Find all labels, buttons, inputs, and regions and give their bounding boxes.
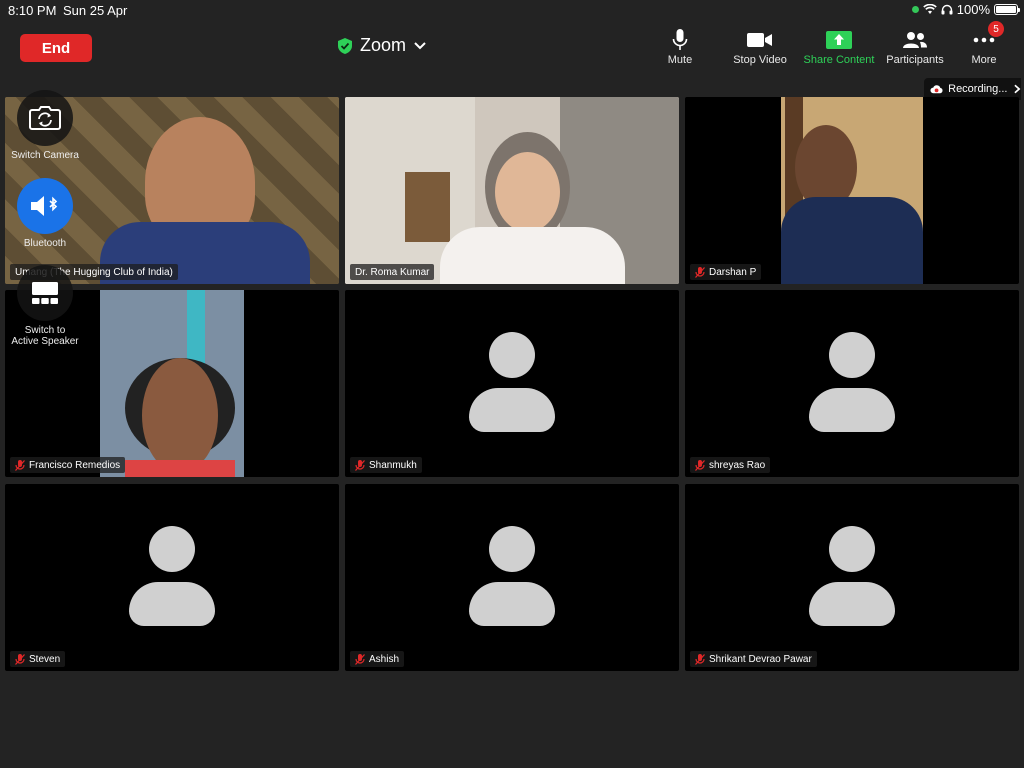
participant-name-tag: Ashish bbox=[350, 651, 405, 667]
switch-speaker-label-1: Switch to bbox=[24, 325, 66, 336]
chevron-right-icon bbox=[1014, 84, 1021, 94]
battery-icon bbox=[994, 4, 1020, 15]
share-screen-icon bbox=[826, 31, 852, 49]
notification-badge: 5 bbox=[988, 21, 1004, 37]
cloud-record-icon bbox=[930, 85, 943, 94]
status-right: 100% bbox=[911, 2, 1020, 17]
camera-indicator-icon bbox=[911, 6, 919, 13]
avatar-placeholder-icon bbox=[129, 526, 215, 626]
more-label: More bbox=[971, 54, 997, 66]
avatar-placeholder-icon bbox=[469, 526, 555, 626]
video-tile[interactable]: Darshan P bbox=[685, 97, 1019, 284]
participant-name-tag: shreyas Rao bbox=[690, 457, 771, 473]
participants-icon bbox=[903, 32, 927, 48]
participant-name: shreyas Rao bbox=[709, 459, 766, 471]
switch-active-speaker-button[interactable]: Switch to Active Speaker bbox=[0, 265, 90, 347]
status-time: 8:10 PM bbox=[8, 3, 57, 18]
microphone-icon bbox=[672, 29, 688, 50]
participant-name: Darshan P bbox=[709, 266, 757, 278]
participant-name-tag: Dr. Roma Kumar bbox=[350, 264, 435, 280]
switch-speaker-circle bbox=[17, 265, 73, 321]
status-bar: 8:10 PM Sun 25 Apr 100% bbox=[0, 0, 1024, 20]
participant-name-tag: Francisco Remedios bbox=[10, 457, 126, 473]
participant-name-tag: Shrikant Devrao Pawar bbox=[690, 651, 817, 667]
shield-check-icon bbox=[338, 37, 352, 54]
wifi-icon bbox=[922, 4, 937, 14]
recording-label: Recording... bbox=[948, 83, 1008, 95]
video-tile[interactable]: shreyas Rao bbox=[685, 290, 1019, 477]
muted-mic-icon bbox=[695, 459, 705, 471]
chevron-down-icon bbox=[414, 41, 426, 49]
switch-camera-button[interactable]: Switch Camera bbox=[0, 90, 90, 161]
video-tile[interactable]: Dr. Roma Kumar bbox=[345, 97, 679, 284]
participant-shirt bbox=[440, 227, 625, 284]
participant-face bbox=[495, 152, 560, 232]
more-button[interactable]: 5 More bbox=[966, 21, 1004, 66]
bluetooth-circle bbox=[17, 178, 73, 234]
participant-name: Shanmukh bbox=[369, 459, 417, 471]
stop-video-button[interactable]: Stop Video bbox=[729, 29, 791, 66]
mute-button[interactable]: Mute bbox=[660, 29, 700, 66]
end-meeting-button[interactable]: End bbox=[20, 34, 92, 62]
participants-button[interactable]: Participants bbox=[882, 29, 948, 66]
meeting-title-label: Zoom bbox=[360, 35, 407, 55]
participant-name-tag: Steven bbox=[10, 651, 66, 667]
muted-mic-icon bbox=[355, 653, 365, 665]
video-tile[interactable]: Shanmukh bbox=[345, 290, 679, 477]
muted-mic-icon bbox=[355, 459, 365, 471]
participant-name-tag: Shanmukh bbox=[350, 457, 422, 473]
mute-label: Mute bbox=[667, 54, 693, 66]
participant-name: Shrikant Devrao Pawar bbox=[709, 653, 812, 665]
video-tile[interactable]: Shrikant Devrao Pawar bbox=[685, 484, 1019, 671]
bluetooth-label: Bluetooth bbox=[23, 238, 67, 249]
share-content-label: Share Content bbox=[803, 54, 875, 66]
muted-mic-icon bbox=[15, 459, 25, 471]
stop-video-label: Stop Video bbox=[733, 54, 787, 66]
participant-name: Francisco Remedios bbox=[29, 459, 121, 471]
video-camera-icon bbox=[747, 33, 772, 47]
participant-face bbox=[142, 358, 218, 473]
muted-mic-icon bbox=[695, 266, 705, 278]
share-content-button[interactable]: Share Content bbox=[800, 29, 878, 66]
participant-shirt bbox=[125, 460, 235, 477]
avatar-placeholder-icon bbox=[809, 332, 895, 432]
switch-speaker-label-2: Active Speaker bbox=[11, 336, 79, 347]
battery-percent: 100% bbox=[956, 2, 990, 17]
switch-camera-label: Switch Camera bbox=[11, 150, 79, 161]
more-dots-icon bbox=[973, 37, 995, 43]
switch-camera-icon bbox=[29, 106, 61, 130]
muted-mic-icon bbox=[15, 653, 25, 665]
video-tile[interactable]: Steven bbox=[5, 484, 339, 671]
bluetooth-audio-button[interactable]: Bluetooth bbox=[0, 178, 90, 249]
participant-name: Ashish bbox=[369, 653, 400, 665]
meeting-title[interactable]: Zoom bbox=[338, 35, 426, 56]
participants-label: Participants bbox=[886, 54, 944, 66]
avatar-placeholder-icon bbox=[469, 332, 555, 432]
participant-shirt bbox=[781, 197, 923, 284]
video-bookshelf bbox=[405, 172, 450, 242]
participant-name-tag: Darshan P bbox=[690, 264, 762, 280]
participant-name: Dr. Roma Kumar bbox=[355, 266, 430, 278]
video-tile[interactable]: Ashish bbox=[345, 484, 679, 671]
muted-mic-icon bbox=[695, 653, 705, 665]
avatar-placeholder-icon bbox=[809, 526, 895, 626]
speaker-bluetooth-icon bbox=[31, 196, 58, 216]
participant-name: Steven bbox=[29, 653, 61, 665]
active-speaker-layout-icon bbox=[32, 282, 58, 304]
headphones-icon bbox=[941, 4, 953, 15]
switch-camera-circle bbox=[17, 90, 73, 146]
status-date: Sun 25 Apr bbox=[63, 3, 128, 18]
